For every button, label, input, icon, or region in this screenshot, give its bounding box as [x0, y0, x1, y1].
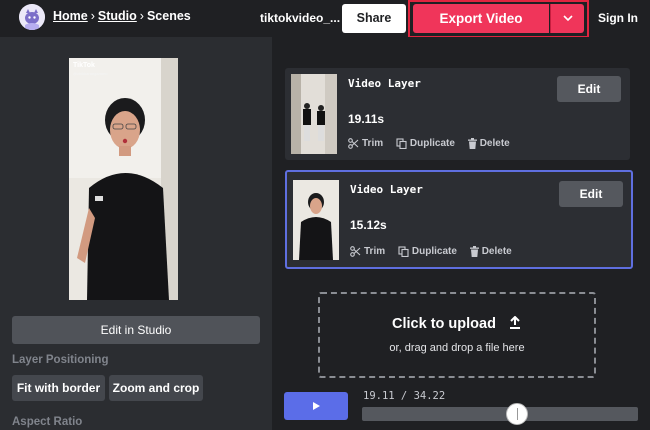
breadcrumb-separator: › — [139, 9, 144, 23]
export-video-button[interactable]: Export Video — [413, 4, 549, 33]
delete-label: Delete — [481, 246, 512, 257]
aspect-ratio-label: Aspect Ratio — [12, 416, 83, 428]
scissors-icon — [350, 246, 361, 257]
playback-timecode: 19.11 / 34.22 — [363, 390, 446, 402]
upload-dropzone[interactable]: Click to upload or, drag and drop a file… — [318, 292, 596, 378]
tiktok-badge: TikTok — [73, 62, 95, 69]
trim-label: Trim — [362, 138, 384, 149]
duplicate-label: Duplicate — [409, 138, 455, 149]
zoom-and-crop-button[interactable]: Zoom and crop — [109, 375, 203, 401]
sign-in-link[interactable]: Sign In — [598, 11, 638, 25]
edit-in-studio-button[interactable]: Edit in Studio — [12, 316, 260, 344]
layer-duration: 19.11s — [348, 112, 385, 126]
app-logo-icon[interactable] — [19, 4, 45, 30]
duplicate-button[interactable]: Duplicate — [398, 246, 457, 257]
layer-duration: 15.12s — [350, 218, 387, 232]
upload-subtitle: or, drag and drop a file here — [389, 342, 525, 354]
trim-button[interactable]: Trim — [348, 138, 383, 149]
layer-title: Video Layer — [348, 77, 421, 90]
delete-button[interactable]: Delete — [469, 246, 512, 257]
export-options-button[interactable] — [550, 4, 584, 33]
breadcrumb-current: Scenes — [146, 9, 191, 23]
upload-title: Click to upload — [320, 315, 594, 332]
copy-icon — [398, 246, 409, 257]
timeline-scrubber[interactable] — [362, 407, 638, 421]
upload-icon — [509, 315, 520, 329]
timeline-scrubber-handle[interactable] — [505, 403, 528, 425]
fit-with-border-button[interactable]: Fit with border — [12, 375, 105, 401]
trash-icon — [469, 246, 479, 257]
layer-actions: Trim Duplicate Delete — [348, 138, 520, 152]
trim-button[interactable]: Trim — [350, 246, 385, 257]
layer-positioning-label: Layer Positioning — [12, 354, 109, 366]
layer-edit-button[interactable]: Edit — [557, 76, 621, 102]
chevron-down-icon — [562, 15, 573, 22]
layer-edit-button[interactable]: Edit — [559, 181, 623, 207]
breadcrumb-separator: › — [90, 9, 95, 23]
share-button[interactable]: Share — [342, 4, 406, 33]
delete-label: Delete — [479, 138, 510, 149]
layer-actions: Trim Duplicate Delete — [350, 246, 522, 260]
project-name[interactable]: tiktokvideo_... — [260, 11, 340, 25]
layer-title: Video Layer — [350, 183, 423, 196]
copy-icon — [396, 138, 407, 149]
breadcrumb: Home › Studio › Scenes — [53, 9, 191, 23]
layer-thumbnail — [291, 74, 337, 154]
duplicate-button[interactable]: Duplicate — [396, 138, 455, 149]
preview-frame-image — [69, 58, 178, 300]
trim-label: Trim — [364, 246, 386, 257]
tiktok-handle: @chikkarangammu — [73, 71, 108, 76]
duplicate-label: Duplicate — [411, 246, 457, 257]
breadcrumb-studio[interactable]: Studio — [98, 9, 137, 23]
delete-button[interactable]: Delete — [467, 138, 510, 149]
layer-thumbnail — [293, 180, 339, 260]
breadcrumb-home[interactable]: Home — [53, 9, 88, 23]
layer-card[interactable]: Video Layer 19.11s Edit Trim Duplicate D… — [285, 68, 630, 160]
play-button[interactable] — [284, 392, 348, 420]
scissors-icon — [348, 138, 359, 149]
layer-card-selected[interactable]: Video Layer 15.12s Edit Trim Duplicate D… — [285, 170, 633, 269]
video-preview: TikTok @chikkarangammu — [69, 58, 178, 300]
play-icon — [313, 402, 320, 410]
trash-icon — [467, 138, 477, 149]
upload-title-text: Click to upload — [392, 316, 496, 332]
